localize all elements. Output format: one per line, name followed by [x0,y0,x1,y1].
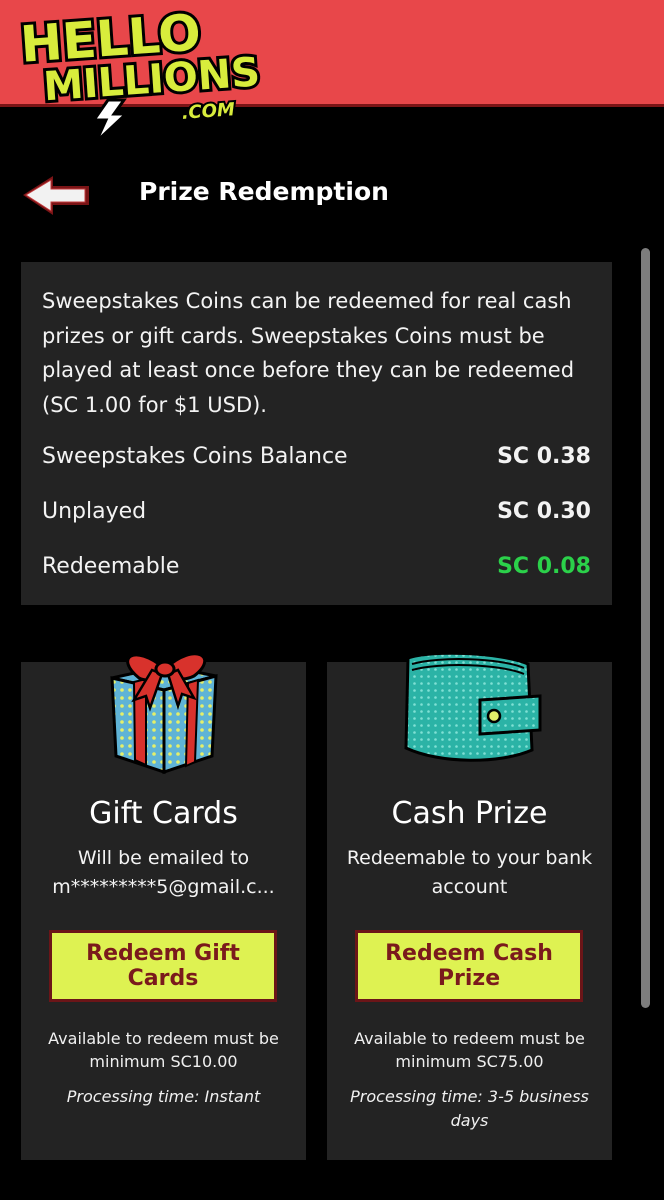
gift-cards-title: Gift Cards [89,796,238,831]
back-button[interactable] [20,172,92,218]
unplayed-row: Unplayed SC 0.30 [42,499,591,524]
gift-cards-email: m*********5@gmail.c... [52,876,275,898]
cash-prize-availability: Available to redeem must be minimum SC75… [354,1029,585,1071]
gift-box-icon [109,652,218,775]
balance-value: SC 0.38 [497,444,591,469]
page-header: Prize Redemption [0,160,664,230]
cash-prize-subtitle: Redeemable to your bank account [346,847,593,898]
cash-prize-card: Cash Prize Redeemable to your bank accou… [327,651,612,1160]
wallet-icon [403,651,541,762]
hello-millions-logo[interactable]: HELLO MILLIONS .COM [16,0,264,144]
redeemable-label: Redeemable [42,554,180,579]
page-title: Prize Redemption [139,177,389,206]
redeemable-value: SC 0.08 [497,554,591,579]
balance-info-card: Sweepstakes Coins can be redeemed for re… [21,262,612,605]
unplayed-value: SC 0.30 [497,499,591,524]
logo-text-com: .COM [181,99,236,124]
gift-cards-subtitle: Will be emailed to m*********5@gmail.c..… [31,844,296,902]
cash-prize-title: Cash Prize [391,796,548,831]
balance-label: Sweepstakes Coins Balance [42,444,348,469]
gift-cards-subtitle-line1: Will be emailed to [77,847,250,869]
gift-cards-card: Gift Cards Will be emailed to m*********… [21,652,306,1160]
cash-prize-processing-time: Processing time: 3-5 business days [350,1087,589,1130]
gift-cards-availability: Available to redeem must be minimum SC10… [48,1029,279,1071]
balance-row: Sweepstakes Coins Balance SC 0.38 [42,444,591,469]
redeem-cash-prize-button[interactable]: Redeem Cash Prize [355,930,583,1002]
back-arrow-icon [23,176,89,215]
scrollbar[interactable] [641,248,650,1008]
unplayed-label: Unplayed [42,499,147,524]
redeem-gift-cards-button[interactable]: Redeem Gift Cards [49,930,277,1002]
redemption-description: Sweepstakes Coins can be redeemed for re… [42,289,575,417]
gift-cards-processing-time: Processing time: Instant [66,1087,261,1106]
redeemable-row: Redeemable SC 0.08 [42,554,591,579]
